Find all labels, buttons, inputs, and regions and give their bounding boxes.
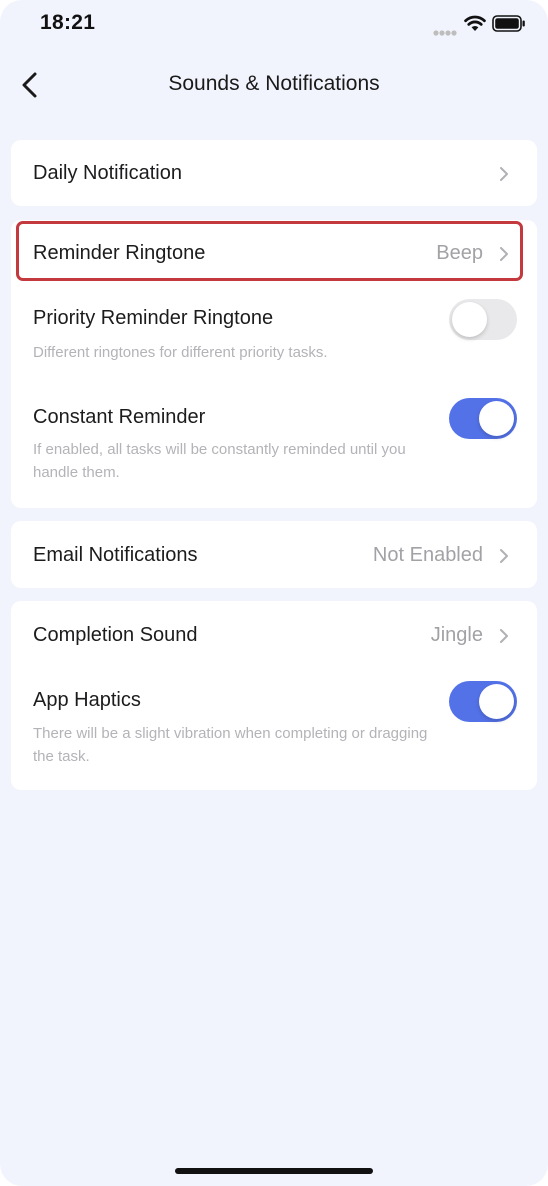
toggle-knob [479, 401, 514, 436]
email-notifications-row[interactable]: Email Notifications Not Enabled [11, 521, 537, 588]
completion-sound-value: Jingle [430, 624, 483, 646]
toggle-knob [479, 684, 514, 719]
constant-reminder-toggle[interactable] [449, 398, 517, 439]
battery-icon [492, 15, 526, 37]
app-haptics-toggle[interactable] [449, 681, 517, 722]
signal-icon [433, 24, 457, 42]
app-haptics-description: There will be a slight vibration when co… [33, 725, 428, 765]
reminder-ringtone-row[interactable]: Reminder Ringtone Beep [11, 220, 537, 284]
chevron-right-icon [500, 629, 508, 643]
daily-notification-card: Daily Notification [11, 140, 537, 206]
home-indicator [175, 1168, 373, 1174]
screen: 18:21 Sounds & Notifications Daily Notif… [0, 0, 548, 1186]
priority-ringtone-row: Priority Reminder Ringtone Different rin… [11, 284, 537, 370]
status-time: 18:21 [40, 11, 96, 34]
constant-reminder-row: Constant Reminder If enabled, all tasks … [11, 370, 537, 508]
chevron-right-icon [500, 549, 508, 563]
priority-ringtone-toggle[interactable] [449, 299, 517, 340]
constant-reminder-label: Constant Reminder [33, 406, 206, 428]
reminder-ringtone-value: Beep [436, 242, 483, 264]
email-notifications-value: Not Enabled [372, 544, 483, 566]
sound-card: Completion Sound Jingle App Haptics Ther… [11, 601, 537, 790]
app-haptics-label: App Haptics [33, 689, 141, 711]
page-title: Sounds & Notifications [168, 72, 380, 95]
wifi-icon [464, 14, 486, 37]
completion-sound-label: Completion Sound [33, 624, 198, 646]
reminder-card: Reminder Ringtone Beep Priority Reminder… [11, 220, 537, 508]
completion-sound-row[interactable]: Completion Sound Jingle [11, 601, 537, 667]
constant-reminder-description: If enabled, all tasks will be constantly… [33, 441, 406, 481]
chevron-right-icon [500, 247, 508, 261]
priority-ringtone-description: Different ringtones for different priori… [33, 344, 328, 361]
email-notifications-label: Email Notifications [33, 544, 198, 566]
chevron-right-icon [500, 167, 508, 181]
daily-notification-label: Daily Notification [33, 162, 182, 184]
priority-ringtone-label: Priority Reminder Ringtone [33, 307, 274, 329]
toggle-knob [452, 302, 487, 337]
status-bar: 18:21 [0, 0, 548, 50]
app-haptics-row: App Haptics There will be a slight vibra… [11, 667, 537, 790]
email-card: Email Notifications Not Enabled [11, 521, 537, 588]
reminder-ringtone-label: Reminder Ringtone [33, 242, 206, 264]
daily-notification-row[interactable]: Daily Notification [11, 140, 537, 206]
